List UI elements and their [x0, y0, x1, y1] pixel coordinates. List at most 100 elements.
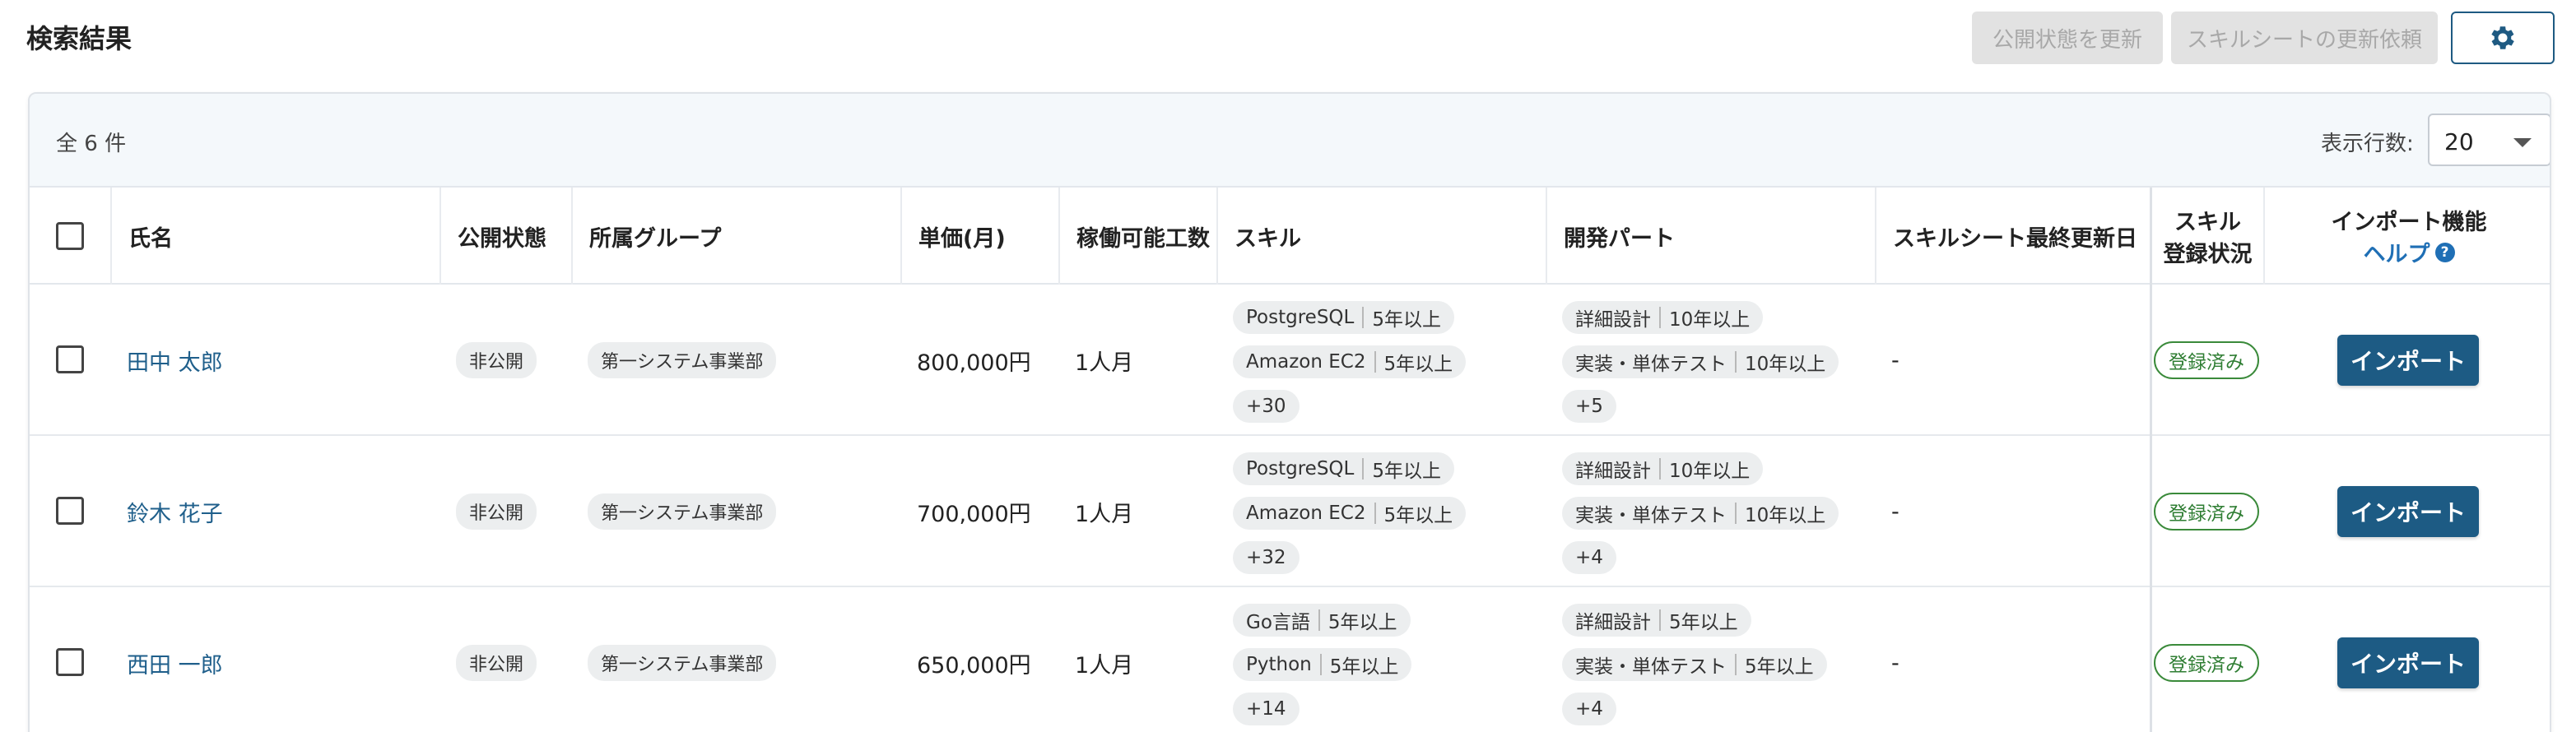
total-count: 全 6 件 [56, 132, 127, 156]
dev-part-tag-name: 実装・単体テスト [1575, 656, 1727, 678]
rows-per-page-label: 表示行数: [2321, 132, 2414, 156]
skill-tag: Amazon EC2 5年以上 [1233, 497, 1467, 530]
unit-price: 650,000円 [917, 652, 1031, 679]
workload: 1人月 [1075, 501, 1134, 527]
request-skillsheet-update-button[interactable]: スキルシートの更新依頼 [2171, 12, 2438, 64]
skill-more-tag[interactable]: +30 [1233, 390, 1300, 423]
skill-tag-years: 5年以上 [1383, 354, 1453, 375]
import-help-label: ヘルプ [2363, 242, 2430, 267]
workload: 1人月 [1075, 350, 1134, 376]
import-header-title: インポート機能 [2331, 210, 2487, 235]
settings-button[interactable] [2451, 12, 2555, 64]
dev-part-tag: 実装・単体テスト 10年以上 [1562, 497, 1839, 530]
dev-part-more-tag[interactable]: +4 [1562, 541, 1616, 574]
gear-icon [2491, 26, 2514, 49]
import-help-link[interactable]: ヘルプ ? [2364, 236, 2455, 268]
dev-part-tag: 詳細設計 10年以上 [1562, 452, 1764, 485]
skill-tag-name: Amazon EC2 [1246, 351, 1366, 373]
skill-tag: Go言語 5年以上 [1233, 604, 1411, 637]
dev-part-tag-years: 5年以上 [1669, 612, 1738, 633]
column-header-dev-part[interactable]: 開発パート [1546, 188, 1875, 285]
column-header-last-update[interactable]: スキルシート最終更新日 [1875, 188, 2150, 285]
rows-per-page-select[interactable]: 20 [2428, 114, 2550, 166]
skill-tag-years: 5年以上 [1372, 309, 1441, 331]
column-header-skill[interactable]: スキル [1216, 188, 1546, 285]
skill-tag-name: PostgreSQL [1246, 458, 1355, 480]
column-header-skill-registration: スキル 登録状況 [2150, 188, 2263, 285]
dev-part-tag-name: 実装・単体テスト [1575, 354, 1727, 375]
chevron-down-icon [2513, 138, 2532, 147]
last-update-value: - [1891, 347, 1899, 373]
column-header-name[interactable]: 氏名 [110, 188, 439, 285]
member-name-link[interactable]: 鈴木 花子 [127, 496, 223, 528]
group-pill: 第一システム事業部 [588, 645, 777, 681]
select-all-checkbox[interactable] [56, 222, 84, 250]
registered-badge: 登録済み [2154, 644, 2259, 682]
table-row: 鈴木 花子 非公開 第一システム事業部 700,000円 1人月 Postgre… [30, 436, 2550, 587]
row-checkbox[interactable] [56, 648, 84, 676]
import-button[interactable]: インポート [2337, 335, 2479, 386]
row-checkbox[interactable] [56, 497, 84, 525]
column-header-price[interactable]: 単価(月) [900, 188, 1058, 285]
publish-status-pill: 非公開 [456, 342, 537, 378]
dev-part-tag-name: 詳細設計 [1575, 461, 1651, 482]
skill-tag-years: 5年以上 [1329, 656, 1399, 678]
table-toolbar: 全 6 件 表示行数: 20 [30, 94, 2550, 188]
group-pill: 第一システム事業部 [588, 493, 777, 530]
skill-tag-name: Amazon EC2 [1246, 503, 1366, 524]
skill-tag-years: 5年以上 [1383, 505, 1453, 526]
rows-per-page-value: 20 [2444, 128, 2474, 155]
skill-tag-years: 5年以上 [1328, 612, 1397, 633]
skill-reg-header-line1: スキル [2174, 210, 2241, 235]
dev-part-tag-name: 実装・単体テスト [1575, 505, 1727, 526]
column-header-workload[interactable]: 稼働可能工数 [1058, 188, 1216, 285]
unit-price: 800,000円 [917, 350, 1031, 376]
skill-more-tag[interactable]: +32 [1233, 541, 1300, 574]
skill-tag-name: Go言語 [1246, 612, 1310, 633]
dev-part-tag-years: 10年以上 [1745, 354, 1826, 375]
last-update-value: - [1891, 650, 1899, 676]
registered-badge: 登録済み [2154, 341, 2259, 379]
group-pill: 第一システム事業部 [588, 342, 777, 378]
member-name-link[interactable]: 西田 一郎 [127, 647, 223, 679]
row-checkbox[interactable] [56, 345, 84, 373]
update-publish-status-button[interactable]: 公開状態を更新 [1972, 12, 2163, 64]
skill-tag: Python 5年以上 [1233, 648, 1412, 681]
column-header-import: インポート機能 ヘルプ ? [2263, 188, 2550, 285]
skill-reg-header-line2: 登録状況 [2163, 242, 2253, 267]
import-button[interactable]: インポート [2337, 637, 2479, 688]
dev-part-tag: 詳細設計 10年以上 [1562, 301, 1764, 334]
table-header: 氏名 公開状態 所属グループ 単価(月) 稼働可能工数 スキル 開発パート スキ… [30, 188, 2550, 285]
dev-part-tag-name: 詳細設計 [1575, 309, 1651, 331]
dev-part-tag-years: 10年以上 [1669, 309, 1751, 331]
dev-part-tag: 実装・単体テスト 5年以上 [1562, 648, 1827, 681]
skill-tag-name: Python [1246, 654, 1312, 675]
member-name-link[interactable]: 田中 太郎 [127, 345, 223, 377]
skill-more-tag[interactable]: +14 [1233, 693, 1300, 725]
column-header-group[interactable]: 所属グループ [571, 188, 900, 285]
skill-tag: Amazon EC2 5年以上 [1233, 345, 1467, 378]
last-update-value: - [1891, 498, 1899, 525]
skill-tag: PostgreSQL 5年以上 [1233, 301, 1454, 334]
publish-status-pill: 非公開 [456, 493, 537, 530]
registered-badge: 登録済み [2154, 493, 2259, 530]
table-row: 西田 一郎 非公開 第一システム事業部 650,000円 1人月 Go言語 5年以… [30, 587, 2550, 732]
skill-tag: PostgreSQL 5年以上 [1233, 452, 1454, 485]
workload: 1人月 [1075, 652, 1134, 679]
question-icon: ? [2434, 242, 2455, 262]
dev-part-tag-years: 5年以上 [1745, 656, 1814, 678]
skill-tag-name: PostgreSQL [1246, 307, 1355, 328]
skill-tag-years: 5年以上 [1372, 461, 1441, 482]
column-header-status[interactable]: 公開状態 [439, 188, 571, 285]
dev-part-tag-name: 詳細設計 [1575, 612, 1651, 633]
search-results-table: 全 6 件 表示行数: 20 氏名 公開状態 所属グループ 単価(月) 稼働可能… [28, 92, 2551, 732]
import-button[interactable]: インポート [2337, 486, 2479, 537]
publish-status-pill: 非公開 [456, 645, 537, 681]
page-title: 検索結果 [26, 23, 133, 54]
dev-part-tag-years: 10年以上 [1669, 461, 1751, 482]
dev-part-more-tag[interactable]: +5 [1562, 390, 1616, 423]
dev-part-tag: 実装・単体テスト 10年以上 [1562, 345, 1839, 378]
dev-part-tag-years: 10年以上 [1745, 505, 1826, 526]
dev-part-more-tag[interactable]: +4 [1562, 693, 1616, 725]
table-row: 田中 太郎 非公開 第一システム事業部 800,000円 1人月 Postgre… [30, 285, 2550, 436]
